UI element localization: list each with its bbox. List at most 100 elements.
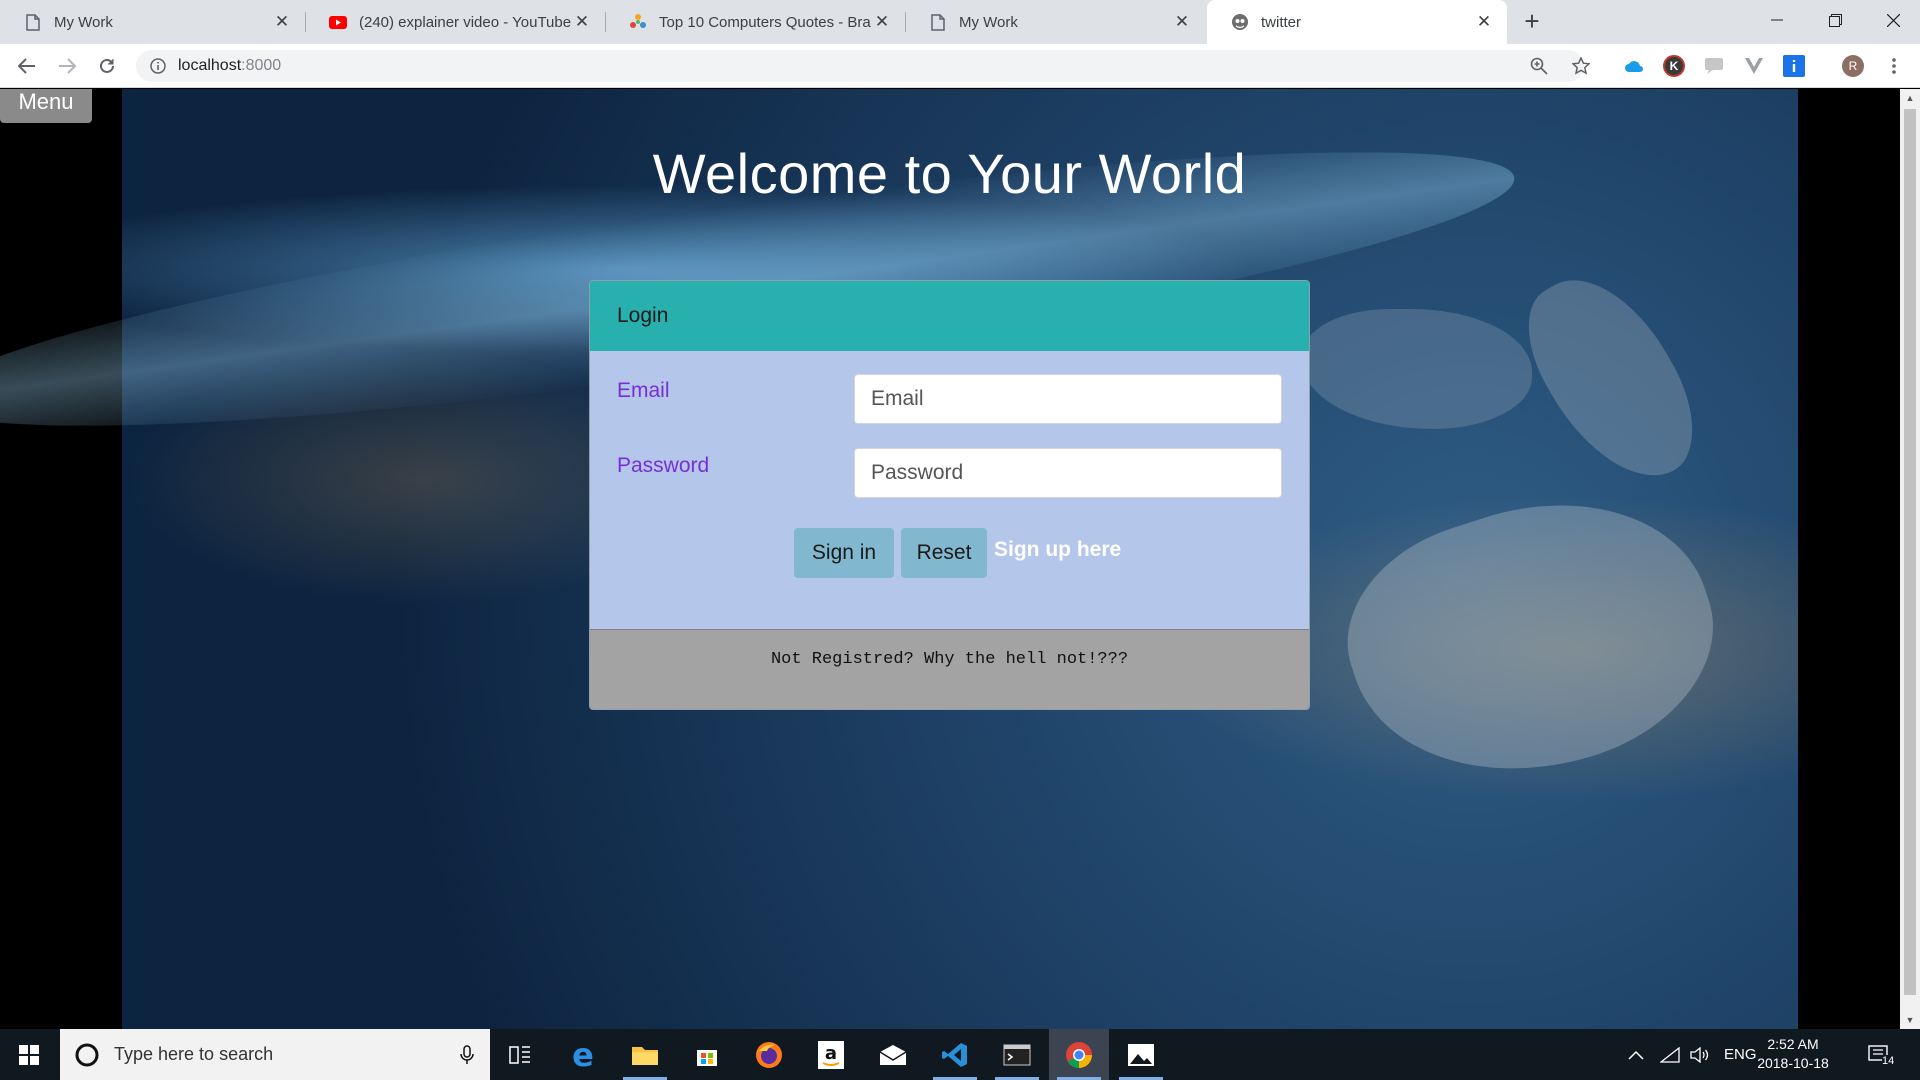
scroll-up-icon[interactable]: ▲ bbox=[1900, 89, 1920, 107]
reset-button[interactable]: Reset bbox=[901, 528, 987, 578]
chat-extension-icon[interactable] bbox=[1703, 55, 1725, 77]
login-form: Email Password Sign in Reset Sign up her… bbox=[590, 351, 1309, 629]
k-extension-icon[interactable]: K bbox=[1663, 55, 1685, 77]
tab-title: Top 10 Computers Quotes - BrainyQuote bbox=[659, 13, 871, 31]
menu-kebab-button[interactable] bbox=[1880, 52, 1908, 80]
password-label: Password bbox=[617, 454, 710, 477]
close-icon[interactable]: ✕ bbox=[1473, 11, 1495, 33]
close-icon[interactable]: ✕ bbox=[571, 11, 593, 33]
mail-icon bbox=[879, 1044, 907, 1065]
forward-button[interactable] bbox=[53, 52, 81, 80]
svg-text:a: a bbox=[825, 1043, 837, 1064]
network-status[interactable] bbox=[1660, 1029, 1680, 1080]
tab-title: (240) explainer video - YouTube bbox=[359, 13, 571, 31]
firefox-app[interactable] bbox=[739, 1029, 799, 1080]
store-icon bbox=[697, 1049, 717, 1066]
amazon-app[interactable]: a bbox=[801, 1029, 861, 1080]
close-window-button[interactable] bbox=[1864, 0, 1920, 40]
page-scrollbar[interactable]: ▲ ▼ bbox=[1900, 89, 1920, 1029]
start-button[interactable] bbox=[0, 1029, 58, 1080]
back-button[interactable] bbox=[13, 52, 41, 80]
terminal-icon bbox=[1003, 1044, 1031, 1065]
windows-taskbar: Type here to search e a ENG 2:52 AM 2018… bbox=[0, 1029, 1920, 1080]
restore-icon bbox=[1828, 13, 1842, 27]
task-view-button[interactable] bbox=[490, 1029, 550, 1080]
profile-avatar[interactable]: R bbox=[1842, 55, 1864, 77]
more-vert-icon bbox=[1892, 58, 1896, 74]
clock-time: 2:52 AM bbox=[1767, 1036, 1819, 1052]
zoom-icon bbox=[1530, 57, 1548, 75]
vue-devtools-icon[interactable] bbox=[1743, 55, 1765, 77]
scroll-down-icon[interactable]: ▼ bbox=[1900, 1011, 1920, 1029]
zoom-button[interactable] bbox=[1525, 52, 1553, 80]
windows-logo-icon bbox=[19, 1044, 39, 1065]
login-card-header: Login bbox=[590, 281, 1309, 351]
brainyquote-icon bbox=[629, 13, 647, 31]
speaker-icon bbox=[1690, 1046, 1709, 1063]
taskbar-search[interactable]: Type here to search bbox=[60, 1029, 490, 1080]
chrome-app[interactable] bbox=[1049, 1029, 1109, 1080]
document-icon bbox=[929, 13, 947, 31]
volume-control[interactable] bbox=[1690, 1029, 1710, 1080]
tab-my-work-2[interactable]: My Work ✕ bbox=[905, 0, 1205, 44]
clock-date: 2018-10-18 bbox=[1757, 1055, 1829, 1071]
notification-count-badge: 14 bbox=[1882, 1054, 1895, 1067]
email-label: Email bbox=[617, 379, 670, 402]
edge-app[interactable]: e bbox=[553, 1029, 613, 1080]
chrome-icon bbox=[1066, 1041, 1093, 1068]
cloud-extension-icon[interactable] bbox=[1623, 55, 1645, 77]
password-field[interactable] bbox=[854, 448, 1282, 498]
tab-brainyquote[interactable]: Top 10 Computers Quotes - BrainyQuote ✕ bbox=[605, 0, 905, 44]
show-hidden-icons[interactable] bbox=[1628, 1029, 1644, 1080]
restore-button[interactable] bbox=[1806, 0, 1864, 40]
close-icon[interactable]: ✕ bbox=[1171, 11, 1193, 33]
edge-icon: e bbox=[572, 1035, 594, 1074]
url-host: localhost bbox=[178, 57, 242, 74]
action-center[interactable]: 14 bbox=[1868, 1029, 1895, 1080]
address-bar[interactable]: localhost:8000 bbox=[136, 50, 1584, 82]
tab-my-work-1[interactable]: My Work ✕ bbox=[0, 0, 305, 44]
close-icon[interactable]: ✕ bbox=[271, 11, 293, 33]
profile-initial: R bbox=[1848, 59, 1858, 73]
sign-in-button[interactable]: Sign in bbox=[794, 528, 894, 578]
reload-button[interactable] bbox=[93, 52, 121, 80]
photos-app[interactable] bbox=[1111, 1029, 1171, 1080]
mail-app[interactable] bbox=[863, 1029, 923, 1080]
continent-shape bbox=[1505, 253, 1719, 505]
sign-up-link[interactable]: Sign up here bbox=[994, 538, 1121, 562]
tab-twitter[interactable]: twitter ✕ bbox=[1207, 0, 1507, 44]
arrow-left-icon bbox=[18, 58, 35, 74]
tab-title: My Work bbox=[959, 13, 1018, 31]
menu-button[interactable]: Menu bbox=[0, 89, 92, 123]
document-icon bbox=[24, 13, 42, 31]
vscode-app[interactable] bbox=[925, 1029, 985, 1080]
info-extension-icon[interactable] bbox=[1783, 55, 1805, 77]
youtube-icon bbox=[329, 13, 347, 31]
continent-shape bbox=[1320, 459, 1744, 819]
close-icon[interactable]: ✕ bbox=[871, 11, 893, 33]
wifi-icon bbox=[1660, 1046, 1680, 1063]
login-card: Login Email Password Sign in Reset Sign … bbox=[589, 280, 1310, 710]
star-icon bbox=[1572, 57, 1590, 75]
arrow-right-icon bbox=[59, 58, 76, 74]
close-icon bbox=[1886, 13, 1900, 27]
login-card-footer: Not Registred? Why the hell not!??? bbox=[590, 629, 1309, 709]
scroll-thumb[interactable] bbox=[1904, 109, 1916, 995]
minimize-icon bbox=[1771, 19, 1783, 21]
twitter-favicon bbox=[1231, 13, 1249, 31]
tab-title: twitter bbox=[1261, 13, 1302, 31]
microphone-icon[interactable] bbox=[460, 1044, 474, 1065]
email-field[interactable] bbox=[854, 374, 1282, 424]
bookmark-button[interactable] bbox=[1567, 52, 1595, 80]
photos-icon bbox=[1128, 1043, 1154, 1066]
file-explorer-app[interactable] bbox=[615, 1029, 675, 1080]
tab-youtube[interactable]: (240) explainer video - YouTube ✕ bbox=[305, 0, 605, 44]
new-tab-button[interactable]: + bbox=[1518, 8, 1546, 36]
k-extension-label: K bbox=[1669, 59, 1679, 73]
system-clock[interactable]: 2:52 AM 2018-10-18 bbox=[1752, 1035, 1834, 1073]
task-view-icon bbox=[509, 1045, 530, 1064]
info-icon[interactable] bbox=[150, 58, 166, 74]
terminal-app[interactable] bbox=[987, 1029, 1047, 1080]
minimize-button[interactable] bbox=[1748, 0, 1806, 40]
store-app[interactable] bbox=[677, 1029, 737, 1080]
